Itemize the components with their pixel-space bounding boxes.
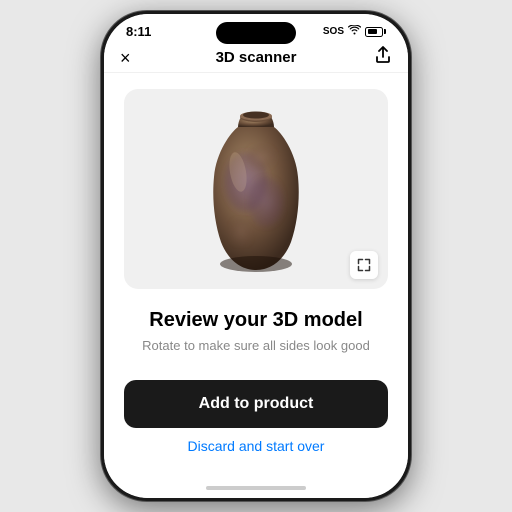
vase-3d-model xyxy=(186,102,326,277)
nav-title: 3D scanner xyxy=(216,49,297,66)
share-button[interactable] xyxy=(374,46,392,69)
phone-screen: 8:11 SOS xyxy=(104,14,408,498)
home-indicator xyxy=(104,482,408,498)
review-title: Review your 3D model xyxy=(124,309,388,332)
discard-link[interactable]: Discard and start over xyxy=(188,438,325,454)
close-button[interactable]: × xyxy=(120,49,131,67)
wifi-icon xyxy=(348,25,361,38)
text-section: Review your 3D model Rotate to make sure… xyxy=(124,309,388,353)
home-bar xyxy=(206,486,306,490)
expand-button[interactable] xyxy=(350,251,378,279)
add-to-product-button[interactable]: Add to product xyxy=(124,380,388,428)
nav-bar: × 3D scanner xyxy=(104,43,408,73)
status-time: 8:11 xyxy=(126,24,151,39)
status-icons: SOS xyxy=(323,25,386,38)
battery-icon xyxy=(365,27,386,37)
phone-frame: 8:11 SOS xyxy=(101,11,411,501)
dynamic-island xyxy=(216,22,296,44)
model-preview-area[interactable] xyxy=(124,89,388,289)
sos-label: SOS xyxy=(323,26,344,37)
main-content: Review your 3D model Rotate to make sure… xyxy=(104,73,408,482)
review-subtitle: Rotate to make sure all sides look good xyxy=(124,338,388,353)
bottom-actions: Add to product Discard and start over xyxy=(124,380,388,462)
